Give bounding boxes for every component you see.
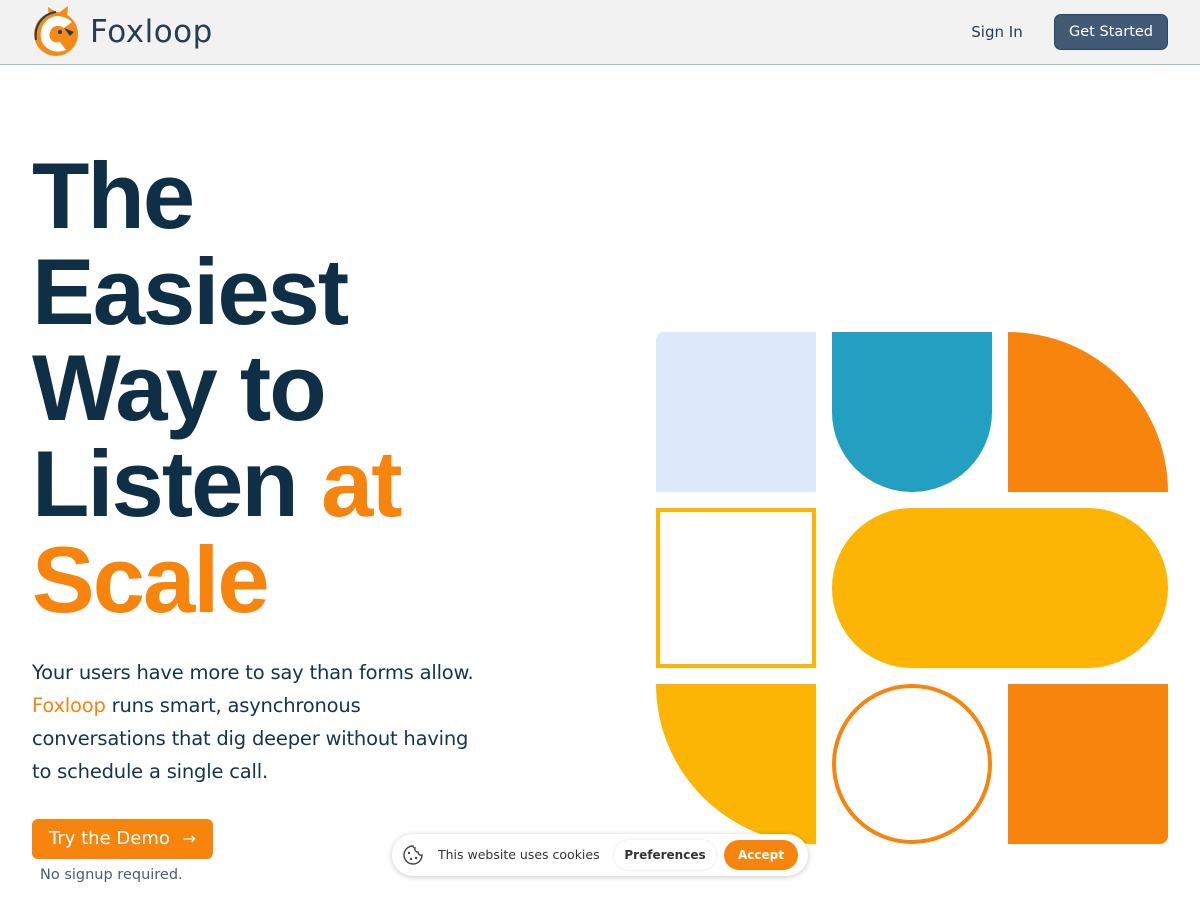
cookie-message: This website uses cookies xyxy=(438,847,600,862)
site-header: Foxloop Sign In Get Started xyxy=(0,0,1200,65)
arrow-right-icon: → xyxy=(182,829,196,848)
yellow-outline-square xyxy=(656,508,816,668)
fox-logo-icon[interactable] xyxy=(30,6,82,58)
try-demo-label: Try the Demo xyxy=(49,828,170,849)
subtitle-intro: Your users have more to say than forms a… xyxy=(32,661,474,684)
try-demo-button[interactable]: Try the Demo → xyxy=(32,819,213,859)
brand-name[interactable]: Foxloop xyxy=(90,14,213,50)
teal-arch-shape xyxy=(832,332,992,492)
cookie-accept-button[interactable]: Accept xyxy=(724,840,798,870)
hero-heading-line-accented: Listen at xyxy=(32,436,403,532)
cookie-preferences-button[interactable]: Preferences xyxy=(614,840,716,870)
cookie-banner: This website uses cookies Preferences Ac… xyxy=(392,834,808,876)
hero-subtitle: Your users have more to say than forms a… xyxy=(32,656,492,788)
get-started-button[interactable]: Get Started xyxy=(1054,14,1168,50)
hero-heading-line: Way to xyxy=(32,335,327,440)
hero-heading-word: Listen xyxy=(32,431,299,536)
hero-heading-accent-line: Scale xyxy=(32,527,270,632)
sign-in-link[interactable]: Sign In xyxy=(956,20,1038,44)
hero-heading: The Easiest Way to Listen at Scale xyxy=(32,143,403,632)
no-signup-note: No signup required. xyxy=(40,867,183,883)
hero-heading-accent-word: at xyxy=(320,431,403,536)
orange-outline-circle xyxy=(832,684,992,844)
subtitle-brand: Foxloop xyxy=(32,694,106,717)
orange-quarter-circle xyxy=(1008,332,1168,492)
orange-square xyxy=(1008,684,1168,844)
yellow-pill-shape xyxy=(832,508,1168,668)
hero-heading-line: The xyxy=(32,143,195,248)
yellow-quarter-circle xyxy=(656,684,816,844)
light-blue-square xyxy=(656,332,816,492)
hero-heading-line: Easiest xyxy=(32,239,349,344)
cookie-icon xyxy=(403,845,423,865)
